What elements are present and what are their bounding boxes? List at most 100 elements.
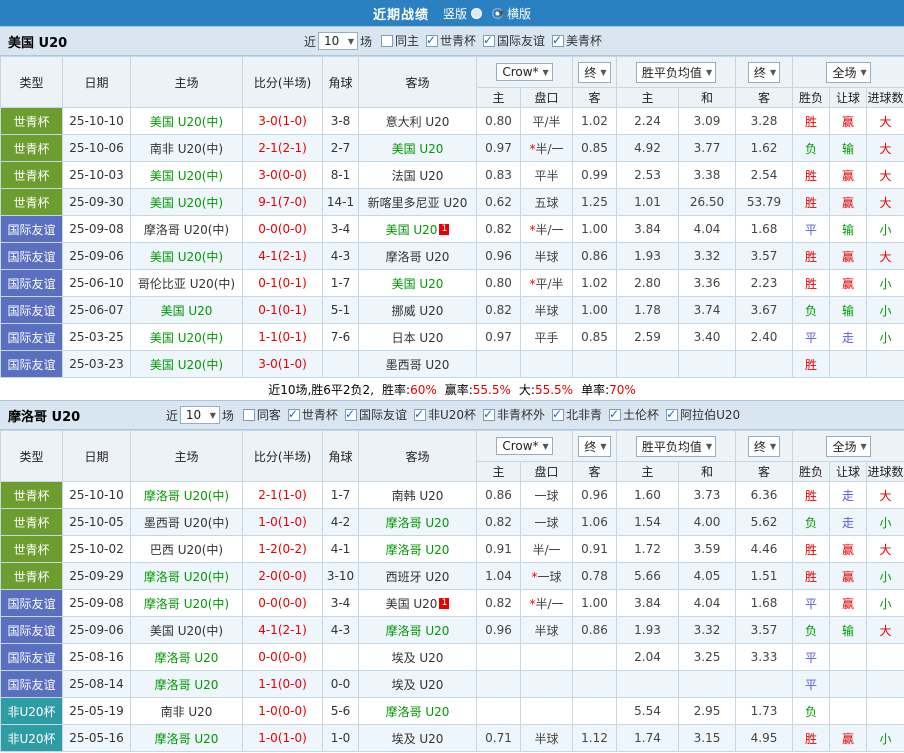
europe-odds-select[interactable]: 胜平负均值 [635,61,717,83]
bookmaker-select[interactable]: Crow* [496,63,553,81]
away-team: 美国 U20 1 [358,589,477,617]
home-odds: 0.71 [476,724,521,752]
layout-horizontal-radio[interactable]: 横版 [492,5,531,22]
result-handicap: 输 [829,134,868,162]
handicap: 一球 [520,481,573,509]
checkbox-icon[interactable] [552,407,565,421]
result-wdl: 负 [792,508,831,536]
match-score: 2-1(2-1) [242,134,323,162]
eu-draw-odds [677,350,737,378]
result-goals [866,643,904,671]
result-goals [866,350,904,378]
eu-away-odds: 1.68 [735,215,794,243]
stats-summary: 近10场,胜6平2负2, 胜率:60% 赢率:55.5% 大:55.5% 单率:… [0,378,904,400]
col-type: 类型 [0,56,63,108]
match-type: 国际友谊 [0,323,63,351]
checkbox-icon[interactable] [242,408,255,421]
match-date: 25-09-30 [62,188,131,216]
handicap: 平半 [520,161,573,189]
filter-option[interactable]: 非U20杯 [413,406,476,423]
filter-option[interactable]: 同客 [242,406,281,423]
full-match-select[interactable]: 全场 [826,61,871,83]
match-date: 25-09-08 [62,589,131,617]
match-type: 世青杯 [0,508,63,536]
full-match-select[interactable]: 全场 [826,435,871,457]
match-date: 25-08-14 [62,670,131,698]
handicap: *半/一 [520,589,573,617]
eu-away-odds: 53.79 [735,188,794,216]
final-select2-cell: 终 [735,430,794,462]
europe-odds-select[interactable]: 胜平负均值 [635,435,717,457]
away-odds: 0.99 [572,161,617,189]
away-team: 美国 U20 [358,134,477,162]
handicap [520,697,573,725]
bookmaker-select[interactable]: Crow* [496,437,553,455]
eu-draw-odds: 3.15 [677,724,737,752]
eu-draw-odds: 4.04 [677,215,737,243]
checkbox-icon[interactable] [287,407,300,421]
recent-count-select[interactable]: 10 [317,32,358,50]
filter-option[interactable]: 世青杯 [426,32,476,49]
home-team: 美国 U20(中) [130,161,243,189]
checkbox-icon[interactable] [426,33,438,47]
filter-option[interactable]: 阿拉伯U20 [666,406,740,423]
corners: 0-0 [322,670,359,698]
radio-unselected-icon[interactable] [471,7,482,19]
layout-vertical-radio[interactable]: 竖版 [443,5,482,22]
checkbox-icon[interactable] [609,407,622,421]
match-score: 0-1(0-1) [242,296,323,324]
match-row: 非U20杯 25-05-16 摩洛哥 U20 1-0(1-0) 1-0 埃及 U20 0.7… [0,724,904,752]
match-score: 3-0(1-0) [242,107,323,135]
checkbox-icon[interactable] [552,33,565,47]
filter-option[interactable]: 同主 [380,32,419,49]
filter-option[interactable]: 非青杯外 [483,406,545,423]
match-row: 国际友谊 25-03-23 美国 U20(中) 3-0(1-0) 墨西哥 U20 胜 [0,350,904,378]
filter-option[interactable]: 美青杯 [552,32,602,49]
eu-away-odds: 3.57 [735,616,794,644]
col-corner: 角球 [322,430,359,482]
checkbox-icon[interactable] [344,407,357,421]
corners: 3-4 [322,589,359,617]
filter-option[interactable]: 国际友谊 [344,406,407,423]
europe-stage-select[interactable]: 终 [747,61,781,83]
checkbox-icon[interactable] [483,407,496,421]
away-odds: 1.02 [572,269,617,297]
europe-stage-select[interactable]: 终 [747,435,781,457]
match-row: 世青杯 25-10-02 巴西 U20(中) 1-2(0-2) 4-1 摩洛哥 U20 0.… [0,535,904,563]
match-score: 0-0(0-0) [242,215,323,243]
filter-option[interactable]: 世青杯 [287,406,338,423]
away-odds: 0.86 [572,616,617,644]
match-row: 国际友谊 25-08-16 摩洛哥 U20 0-0(0-0) 埃及 U20 2.04 3.2… [0,643,904,671]
home-team: 美国 U20(中) [130,107,243,135]
result-goals: 大 [866,107,904,135]
filter-option[interactable]: 土伦杯 [609,406,659,423]
checkbox-icon[interactable] [380,34,393,47]
handicap: 一球 [520,508,573,536]
filter-option[interactable]: 北非青 [552,406,602,423]
radio-selected-icon[interactable] [492,7,503,19]
match-score: 1-1(0-0) [242,670,323,698]
checkbox-icon[interactable] [413,407,426,421]
corners: 4-2 [322,508,359,536]
match-date: 25-10-10 [62,107,131,135]
checkbox-icon[interactable] [666,407,679,421]
recent-count-select[interactable]: 10 [179,406,220,424]
home-team: 哥伦比亚 U20(中) [130,269,243,297]
eu-draw-odds: 2.95 [677,697,737,725]
odds-stage-select[interactable]: 终 [578,61,611,83]
result-handicap: 走 [829,481,868,509]
filter-option[interactable]: 国际友谊 [483,32,545,49]
eu-away-odds: 6.36 [735,481,794,509]
match-row: 世青杯 25-09-30 美国 U20(中) 9-1(7-0) 14-1 新喀里多尼亚 U… [0,188,904,216]
topbar: 近期战绩 竖版 横版 [0,0,904,26]
home-team: 美国 U20 [130,296,243,324]
handicap: 五球 [520,188,573,216]
odds-stage-select[interactable]: 终 [578,435,611,457]
eu-home-odds: 1.60 [616,481,679,509]
eu-draw-odds: 3.40 [677,323,737,351]
eu-away-odds [735,350,794,378]
match-type: 国际友谊 [0,269,63,297]
final-select-cell: 终 [572,56,617,88]
match-row: 世青杯 25-10-05 墨西哥 U20(中) 1-0(1-0) 4-2 摩洛哥 U20 0… [0,508,904,536]
checkbox-icon[interactable] [483,33,496,47]
